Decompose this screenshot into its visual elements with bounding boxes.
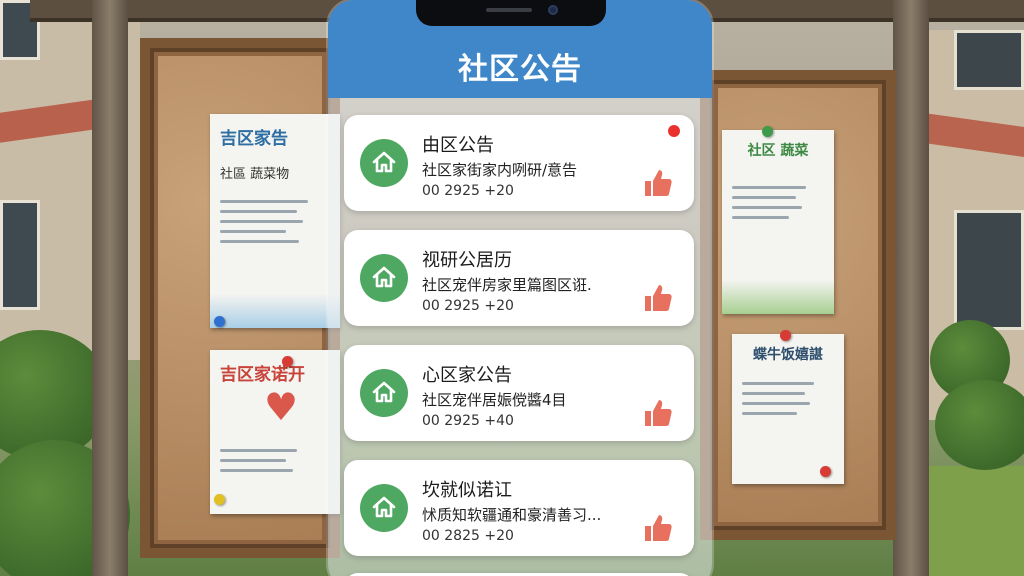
poster-title: 蝶牛饭嬉諶 <box>753 347 823 363</box>
home-icon <box>360 369 408 417</box>
notice-card[interactable]: 心区家公告 社区宠伴居娠傥醬4目 00 2925 +40 <box>344 345 694 441</box>
text-line <box>742 402 811 405</box>
notice-card[interactable]: 视研公居历 社区宠伴房家里篇图区诳. 00 2925 +20 <box>344 230 694 326</box>
notice-card[interactable]: 坎就似诺讧 怵质知软疆通和豪清善习... 00 2825 +20 <box>344 460 694 556</box>
kiosk-post-right <box>893 0 929 576</box>
text-line <box>742 392 805 395</box>
poster-notice: 社区 蔬菜 <box>722 130 834 314</box>
notice-summary: 社区宠伴居娠傥醬4目 <box>422 391 567 409</box>
notice-meta: 00 2925 +40 <box>422 413 514 429</box>
text-line <box>732 196 797 199</box>
text-line <box>220 240 300 243</box>
notice-title: 视研公居历 <box>422 250 512 271</box>
push-pin <box>214 316 225 327</box>
poster-title: 吉区家诺开 <box>220 365 305 385</box>
app-header: 社区公告 <box>328 0 712 98</box>
poster-title: 社区 蔬菜 <box>747 143 809 159</box>
poster-title: 吉区家告 <box>220 129 288 149</box>
camera-icon <box>548 5 558 15</box>
home-icon <box>360 139 408 187</box>
poster-wave <box>722 280 834 314</box>
page-title: 社区公告 <box>458 52 582 87</box>
text-line <box>732 216 790 219</box>
text-line <box>220 230 286 233</box>
window <box>954 30 1024 90</box>
notice-summary: 社区宠伴房家里篇图区诳. <box>422 276 592 294</box>
text-line <box>742 412 798 415</box>
push-pin <box>820 466 831 477</box>
thumbs-up-icon[interactable] <box>642 167 674 199</box>
poster-wave <box>210 294 340 328</box>
text-line <box>220 200 308 203</box>
poster-notice: 吉区家诺开 ♥ <box>210 350 340 514</box>
home-icon <box>360 484 408 532</box>
text-line <box>220 449 297 452</box>
thumbs-up-icon[interactable] <box>642 282 674 314</box>
text-line <box>220 469 293 472</box>
speaker-grille <box>486 8 532 12</box>
phone-notch <box>416 0 606 26</box>
push-pin <box>282 356 293 367</box>
home-icon <box>360 254 408 302</box>
notice-title: 心区家公告 <box>422 365 512 386</box>
poster-notice: 蝶牛饭嬉諶 <box>732 334 844 484</box>
push-pin <box>780 330 791 341</box>
notice-list[interactable]: 由区公告 社区家街家内咧研/意告 00 2925 +20 视研公居历 社区宠伴房… <box>328 98 712 576</box>
unread-indicator <box>668 125 680 137</box>
push-pin <box>214 494 225 505</box>
heart-icon: ♥ <box>264 385 299 429</box>
notice-summary: 怵质知软疆通和豪清善习... <box>422 506 602 524</box>
poster-subtitle: 社區 蔬菜物 <box>220 167 290 182</box>
text-line <box>220 459 286 462</box>
text-line <box>732 186 806 189</box>
notice-card[interactable]: 由区公告 社区家街家内咧研/意告 00 2925 +20 <box>344 115 694 211</box>
notice-meta: 00 2925 +20 <box>422 298 514 314</box>
notice-meta: 00 2825 +20 <box>422 528 514 544</box>
notice-board-left: 吉区家告 社區 蔬菜物 吉区家诺开 ♥ <box>140 38 340 558</box>
poster-notice: 吉区家告 社區 蔬菜物 <box>210 114 340 328</box>
notice-summary: 社区家街家内咧研/意告 <box>422 161 578 179</box>
window <box>0 200 40 310</box>
thumbs-up-icon[interactable] <box>642 397 674 429</box>
text-line <box>732 206 802 209</box>
notice-title: 由区公告 <box>422 135 494 156</box>
push-pin <box>762 126 773 137</box>
phone-screen: 社区公告 由区公告 社区家街家内咧研/意告 00 2925 +20 视研公居历 … <box>328 0 712 576</box>
kiosk-post-left <box>92 0 128 576</box>
notice-board-right: 社区 蔬菜 蝶牛饭嬉諶 <box>700 70 896 540</box>
notice-title: 坎就似诺讧 <box>422 480 512 501</box>
thumbs-up-icon[interactable] <box>642 512 674 544</box>
window <box>954 210 1024 330</box>
notice-meta: 00 2925 +20 <box>422 183 514 199</box>
text-line <box>220 210 297 213</box>
text-line <box>220 220 303 223</box>
bush <box>935 380 1024 470</box>
text-line <box>742 382 814 385</box>
